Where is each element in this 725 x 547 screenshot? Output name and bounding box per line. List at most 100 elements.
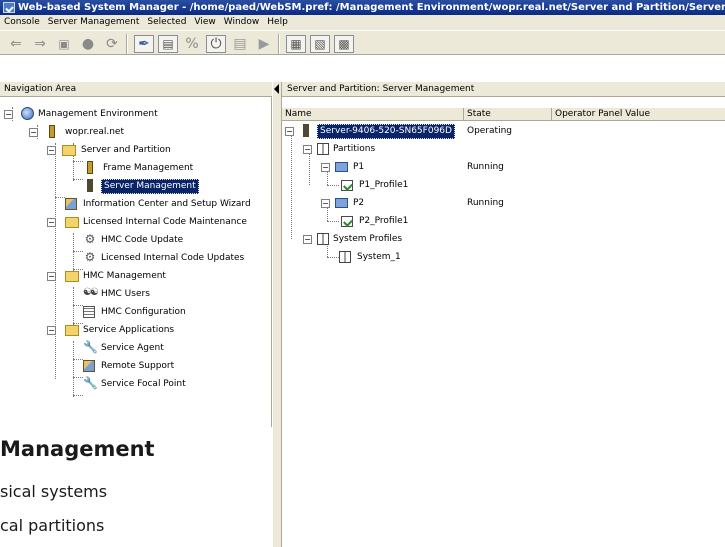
table-row[interactable]: − Server-9406-520-SN65F096D: [285, 123, 455, 139]
refresh-icon[interactable]: ⟳: [102, 35, 122, 53]
window-title: Web-based System Manager - /home/paed/We…: [18, 2, 725, 13]
tree-node-frame-management[interactable]: Frame Management: [83, 160, 195, 176]
tree-node-server-and-partition[interactable]: − Server and Partition: [47, 142, 173, 158]
collapse-toggle[interactable]: −: [47, 146, 56, 155]
row-name: Partitions: [333, 144, 376, 154]
tree-connector: [73, 395, 83, 396]
collapse-toggle[interactable]: −: [4, 110, 13, 119]
tree-connector: [327, 185, 339, 186]
forward-icon[interactable]: ⇒: [30, 35, 50, 53]
navigation-tree[interactable]: − Management Environment − wopr.real.net…: [0, 97, 272, 427]
collapse-toggle[interactable]: −: [47, 218, 56, 227]
system-profiles-icon: [317, 233, 329, 245]
wrench-icon: 🔧: [83, 340, 98, 354]
folder-icon: [62, 145, 76, 156]
tree-connector: [327, 221, 339, 222]
menu-help[interactable]: Help: [263, 15, 292, 30]
menu-server-management[interactable]: Server Management: [44, 15, 144, 30]
row-name: P2_Profile1: [359, 216, 409, 226]
back-icon[interactable]: ⇐: [6, 35, 26, 53]
table-row[interactable]: P2_Profile1: [341, 213, 410, 229]
collapse-toggle[interactable]: −: [47, 272, 56, 281]
tree-node-hmc-code-update[interactable]: ⚙ HMC Code Update: [83, 232, 185, 248]
tree-label: HMC Code Update: [101, 235, 184, 245]
collapse-toggle[interactable]: −: [303, 145, 312, 154]
table-row[interactable]: − Partitions: [303, 141, 377, 157]
collapse-toggle[interactable]: −: [303, 235, 312, 244]
tree-node-server-management[interactable]: Server Management: [83, 178, 199, 194]
server-icon: [87, 179, 93, 192]
row-name: P1: [353, 162, 365, 172]
collapse-toggle[interactable]: −: [285, 127, 294, 136]
column-header-operator-panel-value[interactable]: Operator Panel Value: [552, 108, 725, 121]
details-view-icon[interactable]: ▧: [310, 35, 330, 53]
table-row[interactable]: − System Profiles: [303, 231, 404, 247]
menu-window[interactable]: Window: [220, 15, 264, 30]
run-icon[interactable]: ▶: [254, 35, 274, 53]
tree-node-hmc-users[interactable]: ☯☯ HMC Users: [83, 286, 152, 302]
tree-node-licensed-internal-code-updates[interactable]: ⚙ Licensed Internal Code Updates: [83, 250, 246, 266]
collapse-toggle[interactable]: −: [321, 199, 330, 208]
tree-label: Management Environment: [38, 109, 158, 119]
tree-connector: [291, 131, 292, 239]
tree-node-service-applications[interactable]: − Service Applications: [47, 322, 176, 338]
table-row[interactable]: − P2: [321, 195, 366, 211]
properties-icon[interactable]: ▤: [158, 35, 178, 53]
collapse-left-icon[interactable]: [274, 84, 279, 94]
tree-label: Service Focal Point: [101, 379, 186, 389]
tree-label: HMC Configuration: [101, 307, 186, 317]
percent-icon[interactable]: %: [182, 35, 202, 53]
collapse-toggle[interactable]: −: [29, 128, 38, 137]
tree-view-icon[interactable]: ▩: [334, 35, 354, 53]
delete-icon[interactable]: ▤: [230, 35, 250, 53]
tree-node-information-center[interactable]: Information Center and Setup Wizard: [65, 196, 253, 212]
table-row[interactable]: − P1: [321, 159, 366, 175]
tree-node-service-focal-point[interactable]: 🔧 Service Focal Point: [83, 376, 188, 392]
tree-label: Frame Management: [103, 163, 194, 173]
tree-node-licensed-internal-code-maintenance[interactable]: − Licensed Internal Code Maintenance: [47, 214, 249, 230]
tree-label: Licensed Internal Code Maintenance: [83, 217, 247, 227]
column-header-name[interactable]: Name: [282, 108, 464, 121]
table-row[interactable]: P1_Profile1: [341, 177, 410, 193]
server-icon: [303, 124, 309, 137]
tree-node-hmc-management[interactable]: − HMC Management: [47, 268, 168, 284]
tree-label: HMC Management: [83, 271, 166, 281]
tree-node-wopr-real-net[interactable]: − wopr.real.net: [29, 124, 126, 140]
monitor-icon: [335, 198, 348, 208]
profile-icon: [341, 216, 353, 227]
server-tree-table[interactable]: − Server-9406-520-SN65F096D Operating − …: [282, 121, 725, 547]
up-level-icon[interactable]: ▣: [54, 35, 74, 53]
stop-icon[interactable]: ●: [78, 35, 98, 53]
tree-label: Server and Partition: [81, 145, 171, 155]
edit-icon[interactable]: ✒: [134, 35, 154, 53]
row-state: Running: [467, 198, 504, 208]
tree-label: HMC Users: [101, 289, 150, 299]
tree-label: Remote Support: [101, 361, 175, 371]
table-row[interactable]: System_1: [339, 249, 403, 265]
overlay-title: Management: [0, 437, 155, 461]
tree-label: Service Agent: [101, 343, 164, 353]
pane-splitter[interactable]: [272, 82, 282, 547]
collapse-toggle[interactable]: −: [47, 326, 56, 335]
tree-node-service-agent[interactable]: 🔧 Service Agent: [83, 340, 166, 356]
toolbar: ⇐ ⇒ ▣ ● ⟳ ✒ ▤ % ⏻ ▤ ▶ ▦ ▧ ▩: [0, 30, 725, 55]
column-header-state[interactable]: State: [464, 108, 552, 121]
frame-icon: [87, 161, 93, 174]
info-center-icon: [65, 198, 77, 210]
remote-support-icon: [83, 360, 95, 372]
tree-node-management-environment[interactable]: − Management Environment: [4, 106, 160, 122]
large-icons-view-icon[interactable]: ▦: [286, 35, 306, 53]
power-icon[interactable]: ⏻: [206, 35, 226, 53]
window-titlebar: Web-based System Manager - /home/paed/We…: [0, 0, 725, 15]
tree-node-remote-support[interactable]: Remote Support: [83, 358, 176, 374]
tree-node-hmc-configuration[interactable]: HMC Configuration: [83, 304, 188, 320]
menu-view[interactable]: View: [190, 15, 219, 30]
menu-console[interactable]: Console: [0, 15, 44, 30]
tree-label: Information Center and Setup Wizard: [83, 199, 251, 209]
tree-connector: [55, 197, 65, 198]
tree-connector: [73, 251, 83, 252]
row-state: Running: [467, 162, 504, 172]
collapse-toggle[interactable]: −: [321, 163, 330, 172]
row-name: System Profiles: [333, 234, 403, 244]
menu-selected[interactable]: Selected: [143, 15, 190, 30]
